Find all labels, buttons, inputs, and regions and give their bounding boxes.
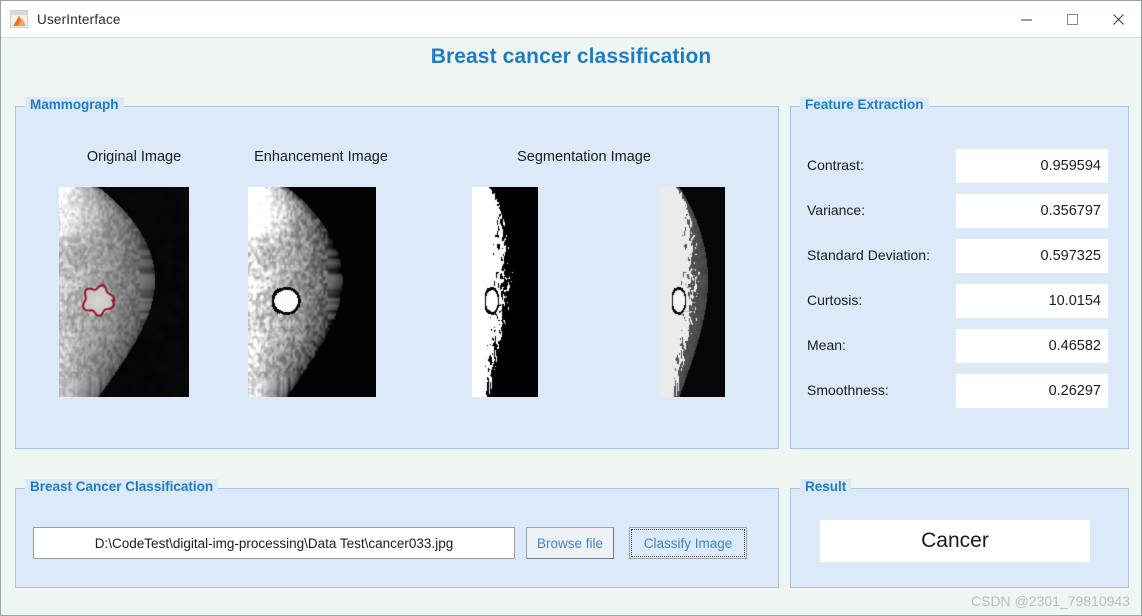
feature-row: Contrast: 0.959594	[791, 149, 1128, 183]
watermark: CSDN @2301_79810943	[971, 593, 1130, 609]
application-window: UserInterface Breast cancer classificati…	[0, 0, 1142, 616]
feature-extraction-panel-title: Feature Extraction	[800, 97, 929, 112]
window-title: UserInterface	[37, 11, 121, 27]
feature-label: Standard Deviation:	[807, 247, 930, 263]
feature-label: Smoothness:	[807, 382, 889, 398]
feature-value-field[interactable]: 0.356797	[956, 194, 1108, 228]
mammograph-panel-title: Mammograph	[25, 97, 124, 112]
page-title: Breast cancer classification	[430, 45, 712, 68]
classify-image-button[interactable]: Classify Image	[629, 527, 747, 559]
caption-enhancement-image: Enhancement Image	[254, 149, 388, 165]
feature-label: Mean:	[807, 337, 846, 353]
result-panel: Result Cancer	[790, 479, 1129, 588]
original-image-figure[interactable]	[59, 187, 189, 397]
enhancement-image-figure[interactable]	[248, 187, 376, 397]
window-controls	[1003, 1, 1141, 38]
matlab-icon	[10, 10, 28, 28]
segmentation-mask-figure[interactable]	[472, 187, 538, 397]
minimize-icon[interactable]	[1003, 1, 1049, 38]
feature-value-field[interactable]: 0.26297	[956, 374, 1108, 408]
title-bar: UserInterface	[1, 1, 1141, 38]
feature-row: Smoothness: 0.26297	[791, 374, 1128, 408]
mammograph-panel: Mammograph Original Image Enhancement Im…	[15, 97, 779, 449]
feature-row: Mean: 0.46582	[791, 329, 1128, 363]
feature-label: Contrast:	[807, 157, 864, 173]
feature-value-field[interactable]: 10.0154	[956, 284, 1108, 318]
maximize-icon[interactable]	[1049, 1, 1095, 38]
feature-row: Curtosis: 10.0154	[791, 284, 1128, 318]
feature-extraction-panel: Feature Extraction Contrast: 0.959594 Vari…	[790, 97, 1129, 449]
file-path-input[interactable]: D:\CodeTest\digital-img-processing\Data …	[33, 527, 515, 559]
result-panel-title: Result	[800, 479, 852, 494]
browse-file-button[interactable]: Browse file	[526, 527, 614, 559]
breast-cancer-classification-panel: Breast Cancer Classification D:\CodeTest…	[15, 479, 779, 588]
feature-label: Curtosis:	[807, 292, 863, 308]
close-icon[interactable]	[1095, 1, 1141, 38]
feature-label: Variance:	[807, 202, 866, 218]
feature-row: Standard Deviation: 0.597325	[791, 239, 1128, 273]
classify-image-label: Classify Image	[643, 535, 733, 551]
feature-value-field[interactable]: 0.597325	[956, 239, 1108, 273]
caption-original-image: Original Image	[86, 149, 182, 165]
result-value: Cancer	[820, 520, 1090, 562]
feature-value-field[interactable]: 0.46582	[956, 329, 1108, 363]
feature-row: Variance: 0.356797	[791, 194, 1128, 228]
segmentation-overlay-figure[interactable]	[659, 187, 725, 397]
feature-value-field[interactable]: 0.959594	[956, 149, 1108, 183]
classification-panel-title: Breast Cancer Classification	[25, 479, 219, 494]
caption-segmentation-image: Segmentation Image	[517, 149, 651, 165]
